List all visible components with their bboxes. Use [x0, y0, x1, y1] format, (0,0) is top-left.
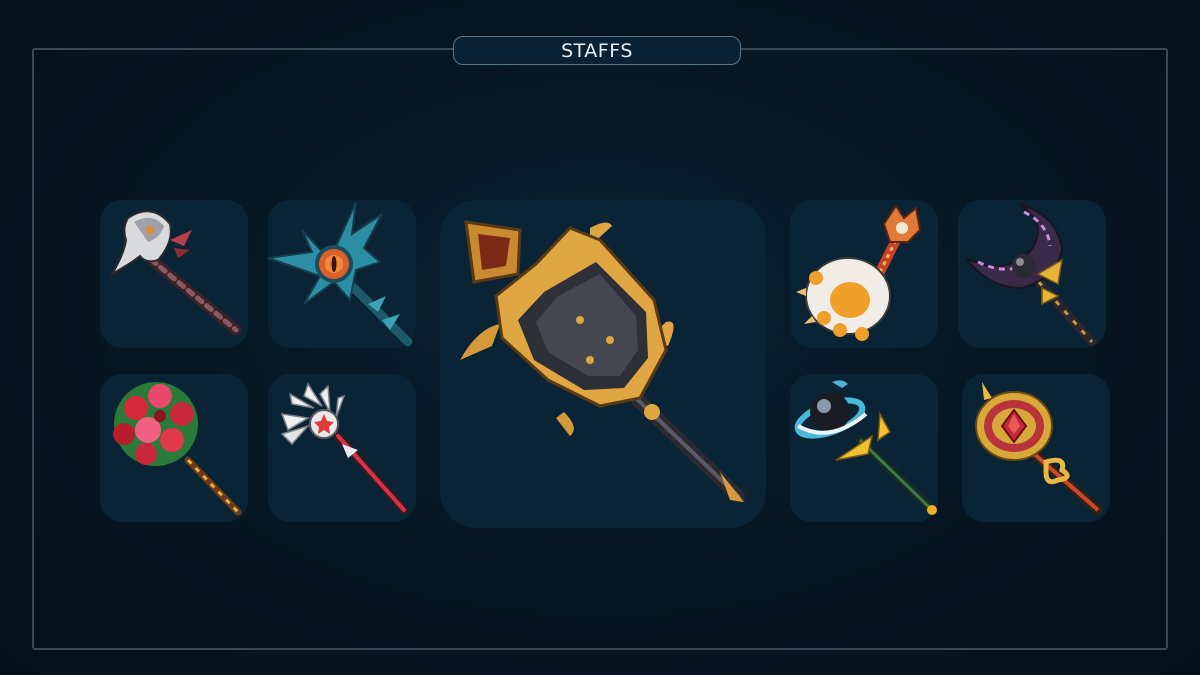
staff-slot-6[interactable] [100, 374, 248, 522]
staff-slot-5[interactable] [958, 200, 1106, 348]
rose-bouquet-staff-icon [113, 382, 242, 516]
staff-slot-7[interactable] [268, 374, 416, 522]
staff-slot-3-selected[interactable] [440, 200, 766, 528]
staff-slot-2[interactable] [267, 200, 416, 348]
paw-cat-staff-icon [796, 204, 922, 341]
staff-slot-1[interactable] [100, 200, 248, 348]
category-title-label: STAFFS [561, 39, 633, 62]
category-title: STAFFS [453, 36, 741, 65]
staffs-screen: STAFFS [0, 0, 1200, 675]
ruby-crown-scepter-icon [975, 382, 1103, 515]
staff-slot-8[interactable] [790, 374, 938, 522]
golden-spiked-mace-staff-icon [460, 220, 745, 503]
feather-star-wand-icon [280, 382, 408, 514]
staff-slot-9[interactable] [962, 374, 1110, 522]
blue-orb-staff-icon [794, 380, 937, 515]
staff-slot-4[interactable] [790, 200, 938, 348]
crescent-moon-staff-icon [965, 203, 1097, 347]
plague-mask-staff-icon [109, 210, 242, 336]
sea-eye-staff-icon [267, 201, 413, 347]
